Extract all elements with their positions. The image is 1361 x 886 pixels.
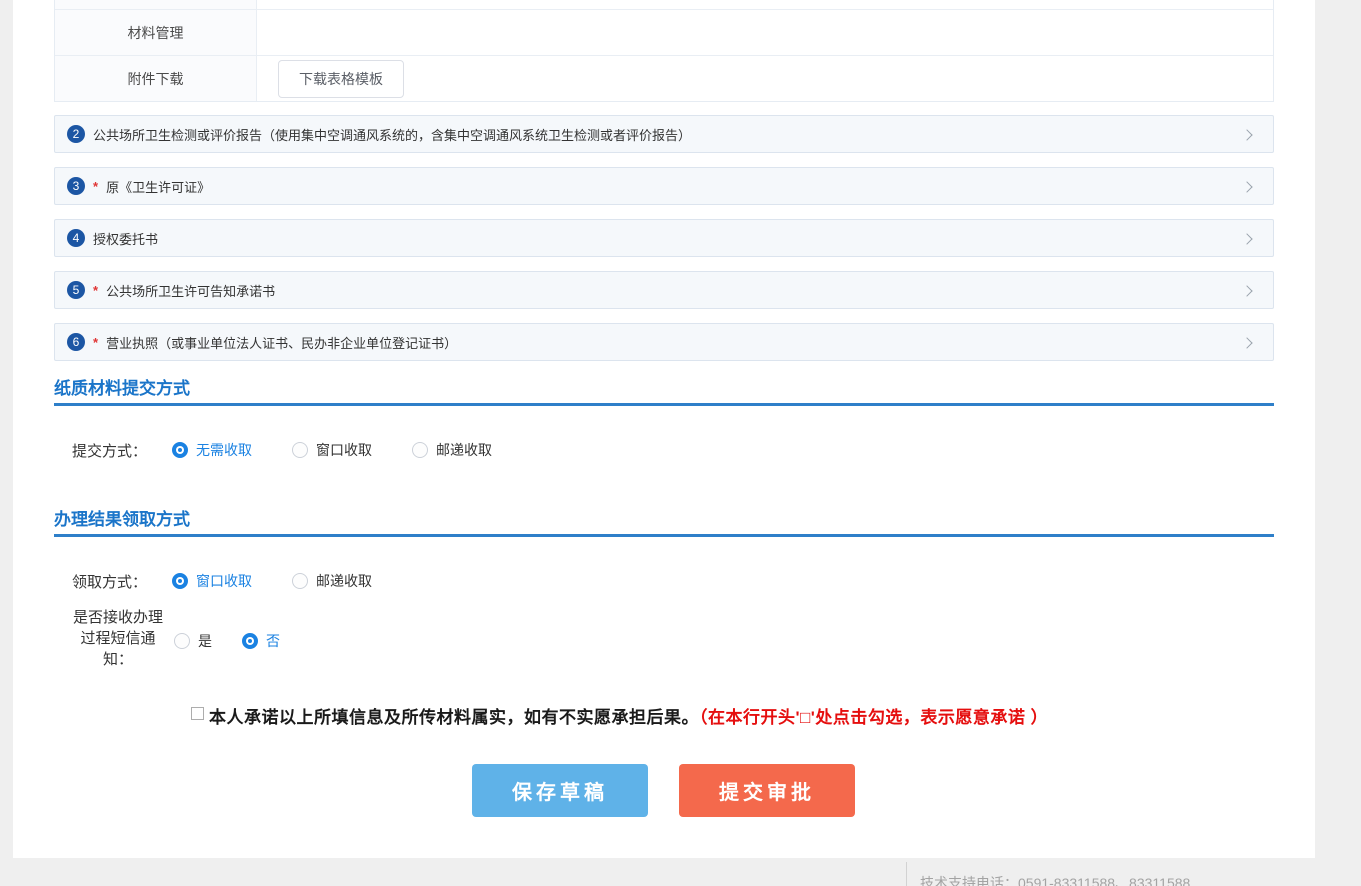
radio-option-no-collect[interactable]: 无需收取 [172, 440, 252, 460]
table-value-cell [257, 0, 1273, 9]
submit-method-radio-group: 无需收取 窗口收取 邮递收取 [172, 440, 492, 460]
material-item-title: 公共场所卫生检测或评价报告（使用集中空调通风系统的，含集中空调通风系统卫生检测或… [93, 125, 691, 144]
sms-label-line: 是否接收办理 [70, 607, 166, 628]
material-item-title: 授权委托书 [93, 229, 158, 248]
radio-selected-icon[interactable] [172, 573, 188, 589]
material-item-6[interactable]: 6 * 营业执照（或事业单位法人证书、民办非企业单位登记证书） [54, 323, 1274, 361]
radio-option-mail-collect[interactable]: 邮递收取 [412, 440, 492, 460]
item-number-badge: 6 [67, 333, 85, 351]
commitment-statement: 本人承诺以上所填信息及所传材料属实，如有不实愿承担后果。（在本行开头'□'处点击… [209, 703, 1048, 728]
radio-option-mail-pickup[interactable]: 邮递收取 [292, 571, 372, 591]
footer-divider [906, 862, 907, 886]
sms-label-line: 知： [70, 649, 166, 670]
pickup-method-radio-group: 窗口收取 邮递收取 [172, 571, 372, 591]
material-table: 材料管理 附件下载 下载表格模板 [54, 0, 1274, 102]
material-manage-label: 材料管理 [55, 10, 257, 55]
sms-notify-radio-group: 是 否 [174, 631, 280, 651]
download-template-button[interactable]: 下载表格模板 [278, 60, 404, 98]
save-draft-button[interactable]: 保存草稿 [472, 764, 648, 817]
sms-notify-label: 是否接收办理 过程短信通 知： [70, 607, 166, 670]
radio-option-yes[interactable]: 是 [174, 631, 212, 651]
result-section-title: 办理结果领取方式 [54, 505, 190, 530]
radio-option-label[interactable]: 是 [198, 631, 212, 651]
chevron-right-icon[interactable] [1241, 285, 1252, 296]
required-asterisk: * [93, 179, 98, 194]
submit-method-label: 提交方式： [72, 440, 147, 461]
item-number-badge: 2 [67, 125, 85, 143]
radio-option-window-pickup[interactable]: 窗口收取 [172, 571, 252, 591]
material-item-3[interactable]: 3 * 原《卫生许可证》 [54, 167, 1274, 205]
section-underline [54, 534, 1274, 537]
required-asterisk: * [93, 335, 98, 350]
radio-option-label[interactable]: 邮递收取 [316, 571, 372, 591]
material-item-5[interactable]: 5 * 公共场所卫生许可告知承诺书 [54, 271, 1274, 309]
required-asterisk: * [93, 283, 98, 298]
radio-option-no[interactable]: 否 [242, 631, 280, 651]
material-item-2[interactable]: 2 公共场所卫生检测或评价报告（使用集中空调通风系统的，含集中空调通风系统卫生检… [54, 115, 1274, 153]
table-row: 附件下载 下载表格模板 [55, 55, 1273, 101]
commitment-text-black: 本人承诺以上所填信息及所传材料属实，如有不实愿承担后果。 [209, 708, 699, 727]
radio-unselected-icon[interactable] [292, 573, 308, 589]
item-number-badge: 5 [67, 281, 85, 299]
chevron-right-icon[interactable] [1241, 337, 1252, 348]
material-manage-value [257, 10, 1273, 55]
radio-unselected-icon[interactable] [292, 442, 308, 458]
support-phone-text: 技术支持电话：0591-83311588、83311588 [920, 873, 1190, 886]
table-row [55, 0, 1273, 9]
chevron-right-icon[interactable] [1241, 181, 1252, 192]
radio-option-label[interactable]: 否 [266, 631, 280, 651]
radio-selected-icon[interactable] [172, 442, 188, 458]
radio-option-label[interactable]: 邮递收取 [436, 440, 492, 460]
item-number-badge: 3 [67, 177, 85, 195]
radio-option-window-collect[interactable]: 窗口收取 [292, 440, 372, 460]
chevron-right-icon[interactable] [1241, 129, 1252, 140]
attachment-download-label: 附件下载 [55, 56, 257, 101]
radio-option-label[interactable]: 窗口收取 [316, 440, 372, 460]
attachment-download-value: 下载表格模板 [257, 56, 1273, 101]
radio-option-label[interactable]: 无需收取 [196, 440, 252, 460]
radio-unselected-icon[interactable] [412, 442, 428, 458]
table-row: 材料管理 [55, 9, 1273, 55]
paper-section-title: 纸质材料提交方式 [54, 374, 190, 399]
commitment-checkbox[interactable] [191, 707, 204, 720]
chevron-right-icon[interactable] [1241, 233, 1252, 244]
radio-option-label[interactable]: 窗口收取 [196, 571, 252, 591]
material-item-4[interactable]: 4 授权委托书 [54, 219, 1274, 257]
radio-selected-icon[interactable] [242, 633, 258, 649]
section-underline [54, 403, 1274, 406]
radio-unselected-icon[interactable] [174, 633, 190, 649]
sms-label-line: 过程短信通 [70, 628, 166, 649]
commitment-text-red: （在本行开头'□'处点击勾选，表示愿意承诺 ） [699, 708, 1048, 727]
item-number-badge: 4 [67, 229, 85, 247]
material-item-title: 原《卫生许可证》 [106, 177, 210, 196]
submit-approval-button[interactable]: 提交审批 [679, 764, 855, 817]
table-label-cell [55, 0, 257, 9]
pickup-method-label: 领取方式： [72, 571, 147, 592]
material-item-title: 公共场所卫生许可告知承诺书 [106, 281, 275, 300]
material-item-title: 营业执照（或事业单位法人证书、民办非企业单位登记证书） [106, 333, 457, 352]
